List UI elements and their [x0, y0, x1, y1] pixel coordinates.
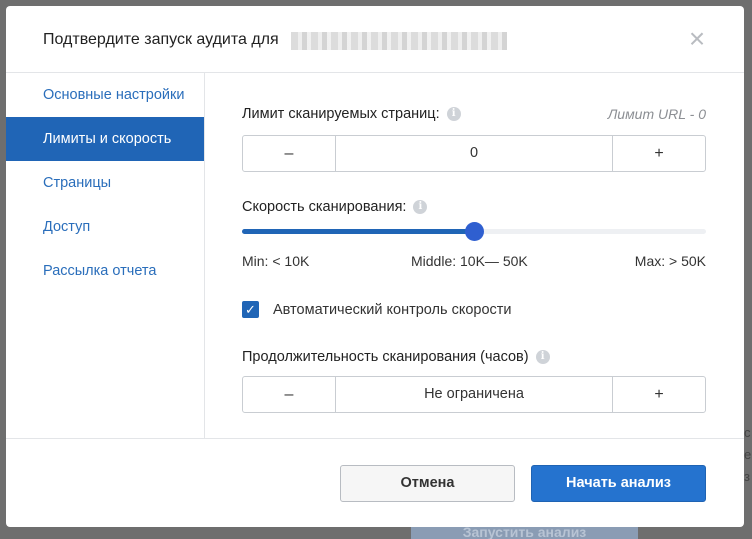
- sidebar-item-pages[interactable]: Страницы: [6, 161, 204, 205]
- sidebar-item-report-mailing[interactable]: Рассылка отчета: [6, 249, 204, 293]
- scan-speed-min-label: Min: < 10K: [242, 253, 310, 269]
- background-letter: с: [744, 425, 751, 440]
- background-text: с е з: [744, 422, 752, 488]
- background-letter: е: [744, 447, 752, 462]
- scan-speed-max-label: Max: > 50K: [634, 253, 706, 269]
- audit-settings-modal: Подтвердите запуск аудита для × Основные…: [6, 6, 744, 527]
- scan-duration-value[interactable]: Не ограничена: [336, 377, 612, 412]
- cancel-button[interactable]: Отмена: [340, 465, 515, 502]
- scan-speed-slider[interactable]: [242, 222, 706, 241]
- scan-duration-label: Продолжительность сканирования (часов) i: [242, 349, 550, 365]
- modal-title: Подтвердите запуск аудита для: [43, 31, 279, 48]
- start-analysis-button[interactable]: Начать анализ: [531, 465, 706, 502]
- redacted-domain: [291, 32, 507, 50]
- close-icon[interactable]: ×: [684, 25, 710, 53]
- page-limit-label: Лимит сканируемых страниц: i: [242, 106, 461, 122]
- sidebar-item-access[interactable]: Доступ: [6, 205, 204, 249]
- scan-duration-stepper: – Не ограничена +: [242, 376, 706, 413]
- scan-speed-slider-handle[interactable]: [465, 222, 484, 241]
- auto-speed-label: Автоматический контроль скорости: [273, 301, 512, 318]
- scan-duration-increment-button[interactable]: +: [612, 377, 705, 412]
- info-icon[interactable]: i: [535, 350, 550, 364]
- page-limit-value[interactable]: 0: [336, 136, 612, 171]
- sidebar-item-limits-speed[interactable]: Лимиты и скорость: [6, 117, 204, 161]
- sidebar-item-main-settings[interactable]: Основные настройки: [6, 73, 204, 117]
- page-limit-increment-button[interactable]: +: [612, 136, 705, 171]
- background-letter: з: [744, 469, 750, 484]
- info-icon[interactable]: i: [413, 200, 428, 214]
- auto-speed-checkbox[interactable]: ✓: [242, 301, 259, 318]
- page-limit-decrement-button[interactable]: –: [243, 136, 336, 171]
- page-limit-stepper: – 0 +: [242, 135, 706, 172]
- scan-duration-label-text: Продолжительность сканирования (часов): [242, 349, 529, 365]
- info-icon[interactable]: i: [446, 107, 461, 121]
- scan-speed-label: Скорость сканирования: i: [242, 199, 428, 215]
- scan-speed-label-text: Скорость сканирования:: [242, 199, 407, 215]
- url-limit-note: Лимит URL - 0: [607, 106, 706, 122]
- settings-sidebar: Основные настройки Лимиты и скорость Стр…: [6, 73, 205, 439]
- scan-duration-decrement-button[interactable]: –: [243, 377, 336, 412]
- page-limit-label-text: Лимит сканируемых страниц:: [242, 106, 440, 122]
- footer-divider: [6, 438, 744, 439]
- scan-speed-slider-fill: [242, 229, 474, 234]
- auto-speed-control[interactable]: ✓ Автоматический контроль скорости: [242, 301, 512, 318]
- scan-speed-middle-label: Middle: 10K— 50K: [411, 253, 528, 269]
- modal-header: Подтвердите запуск аудита для ×: [6, 6, 744, 73]
